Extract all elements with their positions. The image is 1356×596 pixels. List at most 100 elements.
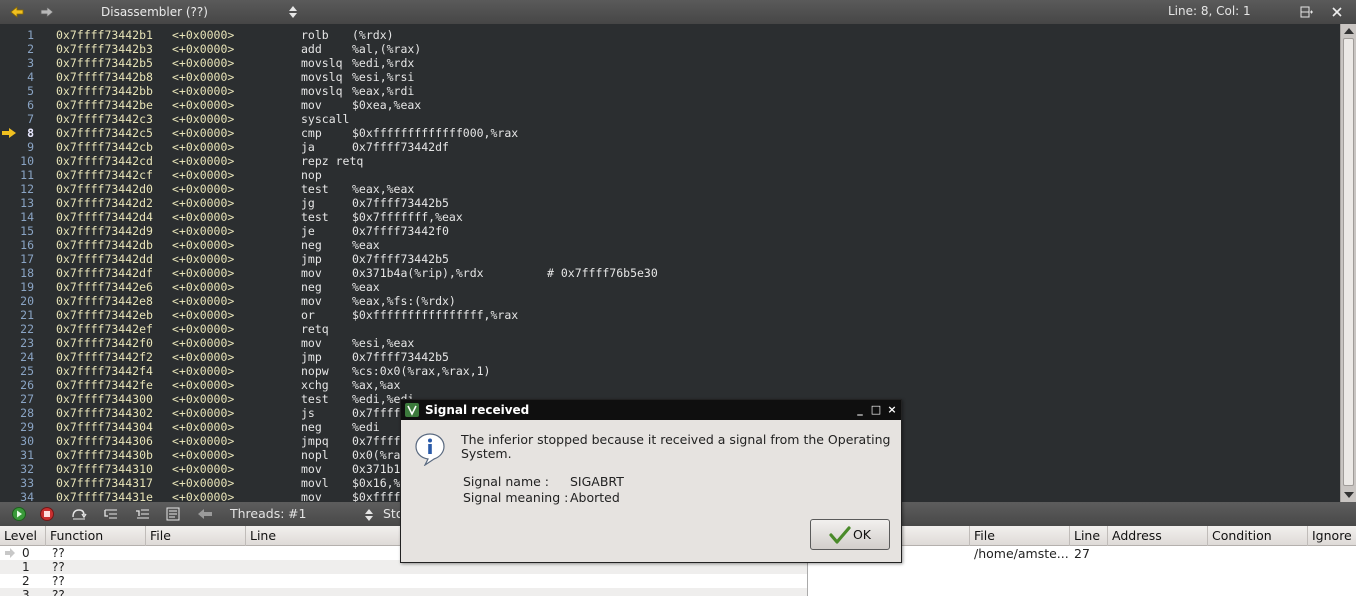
instruction-offset: <+0x0000> — [172, 182, 235, 196]
dialog-title-bar[interactable]: Signal received _ □ × — [401, 400, 901, 420]
operate-by-instruction-icon[interactable] — [164, 505, 182, 523]
instruction-address: 0x7ffff73442df — [56, 266, 153, 280]
split-icon[interactable] — [1298, 3, 1316, 21]
instruction-operands: 0x7ffff73442b5 — [352, 196, 449, 210]
minimize-icon[interactable]: _ — [854, 404, 866, 416]
code-line[interactable]: 6 0x7ffff73442be <+0x0000> mov $0xea,%eax — [0, 98, 1340, 112]
code-line[interactable]: 26 0x7ffff73442fe <+0x0000> xchg %ax,%ax — [0, 378, 1340, 392]
arrow-right-icon[interactable] — [38, 3, 56, 21]
code-line[interactable]: 25 0x7ffff73442f4 <+0x0000> nopw %cs:0x0(%ra… — [0, 364, 1340, 378]
bp-header-line[interactable]: Line — [1070, 526, 1108, 546]
code-line[interactable]: 19 0x7ffff73442e6 <+0x0000> neg %eax — [0, 280, 1340, 294]
line-col-indicator: Line: 8, Col: 1 — [1168, 4, 1251, 18]
instruction-operands: $0xffffffffffffffff,%rax — [352, 308, 519, 322]
line-number: 28 — [20, 406, 34, 420]
instruction-mnemonic: mov — [301, 462, 322, 476]
code-line[interactable]: 17 0x7ffff73442dd <+0x0000> jmp 0x7ffff73442… — [0, 252, 1340, 266]
line-number: 10 — [20, 154, 34, 168]
instruction-address: 0x7ffff73442d9 — [56, 224, 153, 238]
code-line[interactable]: 9 0x7ffff73442cb <+0x0000> ja 0x7ffff73442df — [0, 140, 1340, 154]
bp-file[interactable]: /home/amste... — [974, 547, 1069, 561]
instruction-mnemonic: movslq — [301, 56, 343, 70]
code-line[interactable]: 22 0x7ffff73442ef <+0x0000> retq — [0, 322, 1340, 336]
threads-combobox[interactable]: #1 — [288, 506, 306, 521]
stack-row[interactable]: 3 ?? — [0, 588, 807, 596]
code-line[interactable]: 18 0x7ffff73442df <+0x0000> mov 0x371b4a(%ri… — [0, 266, 1340, 280]
scroll-down-icon[interactable] — [1344, 492, 1354, 498]
bp-header-file[interactable]: File — [970, 526, 1070, 546]
line-number: 17 — [20, 252, 34, 266]
reverse-direction-icon[interactable] — [196, 505, 214, 523]
code-line[interactable]: 4 0x7ffff73442b8 <+0x0000> movslq %esi,%rsi — [0, 70, 1340, 84]
instruction-operands: 0x7ffff — [352, 406, 401, 420]
bp-header-condition[interactable]: Condition — [1208, 526, 1308, 546]
code-line[interactable]: 8 0x7ffff73442c5 <+0x0000> cmp $0xffffffffff… — [0, 126, 1340, 140]
maximize-icon[interactable]: □ — [870, 404, 882, 416]
scroll-up-icon[interactable] — [1344, 28, 1354, 34]
code-line[interactable]: 14 0x7ffff73442d4 <+0x0000> test $0x7fffffff… — [0, 210, 1340, 224]
dialog-close-icon[interactable]: × — [886, 404, 898, 416]
editor-toolbar: Disassembler (??) Line: 8, Col: 1 — [0, 0, 1356, 24]
code-line[interactable]: 13 0x7ffff73442d2 <+0x0000> jg 0x7ffff73442b… — [0, 196, 1340, 210]
instruction-operands: %eax,%eax — [352, 182, 415, 196]
code-line[interactable]: 10 0x7ffff73442cd <+0x0000> repz retq — [0, 154, 1340, 168]
step-into-icon[interactable] — [102, 505, 120, 523]
line-number: 19 — [20, 280, 34, 294]
code-line[interactable]: 2 0x7ffff73442b3 <+0x0000> add %al,(%rax) — [0, 42, 1340, 56]
instruction-address: 0x7ffff7344310 — [56, 462, 153, 476]
instruction-offset: <+0x0000> — [172, 476, 235, 490]
code-line[interactable]: 5 0x7ffff73442bb <+0x0000> movslq %eax,%rdi — [0, 84, 1340, 98]
line-number: 9 — [27, 140, 34, 154]
bp-header-address[interactable]: Address — [1108, 526, 1208, 546]
line-number: 33 — [20, 476, 34, 490]
continue-icon[interactable] — [10, 505, 28, 523]
instruction-operands: %edi,%rdx — [352, 56, 415, 70]
ok-button[interactable]: OK — [810, 519, 890, 550]
instruction-operands: 0x0(%ra — [352, 448, 401, 462]
step-over-icon[interactable] — [70, 505, 88, 523]
arrow-left-icon[interactable] — [8, 3, 26, 21]
instruction-address: 0x7ffff73442cd — [56, 154, 153, 168]
instruction-offset: <+0x0000> — [172, 420, 235, 434]
line-number: 18 — [20, 266, 34, 280]
code-line[interactable]: 7 0x7ffff73442c3 <+0x0000> syscall — [0, 112, 1340, 126]
bp-line[interactable]: 27 — [1074, 547, 1090, 561]
instruction-offset: <+0x0000> — [172, 434, 235, 448]
instruction-operands: %eax,%fs:(%rdx) — [352, 294, 456, 308]
code-line[interactable]: 11 0x7ffff73442cf <+0x0000> nop — [0, 168, 1340, 182]
combo-arrows-icon — [289, 6, 297, 18]
line-number: 15 — [20, 224, 34, 238]
instruction-offset: <+0x0000> — [172, 364, 235, 378]
code-line[interactable]: 3 0x7ffff73442b5 <+0x0000> movslq %edi,%rdx — [0, 56, 1340, 70]
step-out-icon[interactable] — [134, 505, 152, 523]
code-line[interactable]: 16 0x7ffff73442db <+0x0000> neg %eax — [0, 238, 1340, 252]
code-line[interactable]: 24 0x7ffff73442f2 <+0x0000> jmp 0x7ffff73442… — [0, 350, 1340, 364]
instruction-address: 0x7ffff73442dd — [56, 252, 153, 266]
close-icon[interactable] — [1328, 3, 1346, 21]
instruction-operands: 0x7ffff — [352, 434, 401, 448]
code-line[interactable]: 1 0x7ffff73442b1 <+0x0000> rolb (%rdx) — [0, 28, 1340, 42]
line-number: 8 — [27, 126, 34, 140]
code-line[interactable]: 20 0x7ffff73442e8 <+0x0000> mov %eax,%fs:(%r… — [0, 294, 1340, 308]
instruction-address: 0x7ffff73442cb — [56, 140, 153, 154]
code-line[interactable]: 23 0x7ffff73442f0 <+0x0000> mov %esi,%eax — [0, 336, 1340, 350]
code-line[interactable]: 15 0x7ffff73442d9 <+0x0000> je 0x7ffff73442f… — [0, 224, 1340, 238]
code-line[interactable]: 12 0x7ffff73442d0 <+0x0000> test %eax,%eax — [0, 182, 1340, 196]
bp-header-ignore[interactable]: Ignore — [1308, 526, 1356, 546]
stack-header-function[interactable]: Function — [46, 526, 146, 546]
document-combobox[interactable]: Disassembler (??) — [64, 2, 302, 22]
stop-debugger-icon[interactable] — [38, 505, 56, 523]
instruction-mnemonic: mov — [301, 294, 322, 308]
instruction-address: 0x7ffff73442c5 — [56, 126, 153, 140]
editor-vertical-scrollbar[interactable] — [1340, 24, 1356, 502]
document-title: Disassembler (??) — [101, 5, 208, 19]
scrollbar-thumb[interactable] — [1343, 38, 1354, 486]
instruction-mnemonic: retq — [301, 322, 329, 336]
stack-header-level[interactable]: Level — [0, 526, 46, 546]
stack-header-file[interactable]: File — [146, 526, 246, 546]
code-line[interactable]: 21 0x7ffff73442eb <+0x0000> or $0xffffffffff… — [0, 308, 1340, 322]
instruction-operands: $0x7fffffff,%eax — [352, 210, 463, 224]
instruction-offset: <+0x0000> — [172, 392, 235, 406]
stack-row[interactable]: 2 ?? — [0, 574, 807, 588]
line-number: 11 — [20, 168, 34, 182]
